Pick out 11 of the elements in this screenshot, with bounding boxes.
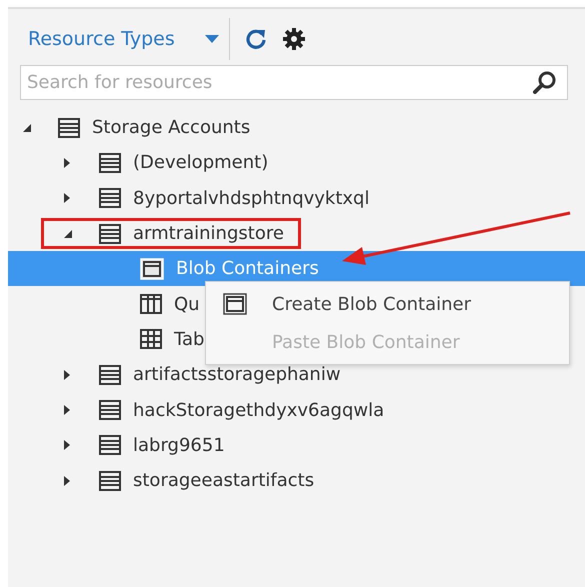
tree-label: hackStoragethdyxv6agqwla: [133, 400, 384, 421]
tree-label: Storage Accounts: [92, 117, 250, 138]
tree-label: artifactsstoragephaniw: [133, 364, 341, 386]
tree-label: Tab: [174, 328, 204, 350]
tree-label: Blob Containers: [176, 258, 319, 280]
tree-label: (Development): [133, 152, 268, 174]
tree-label: Qu: [174, 294, 200, 315]
tree-label: labrg9651: [133, 434, 225, 456]
tree-label: storageeastartifacts: [133, 470, 314, 492]
tree-label: 8yportalvhdsphtnqvyktxql: [133, 188, 370, 209]
tree-label: armtrainingstore: [133, 223, 284, 244]
